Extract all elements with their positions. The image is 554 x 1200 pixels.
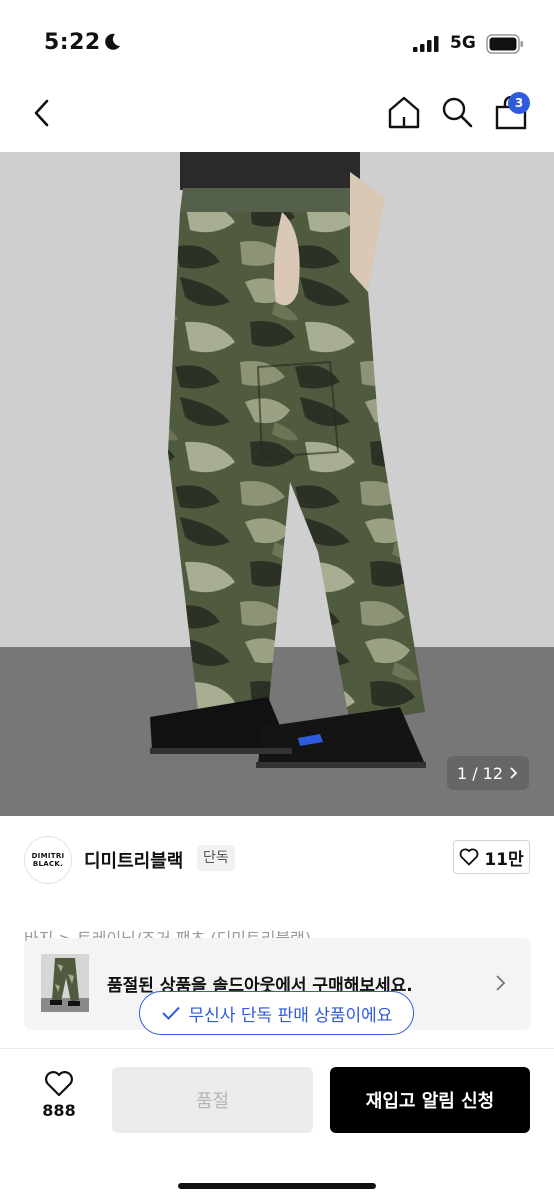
restock-alert-button[interactable]: 재입고 알림 신청 xyxy=(330,1067,530,1133)
brand-row: DIMITRI BLACK. 디미트리블랙 단독 11만 xyxy=(0,816,554,902)
top-nav-bar: 3 xyxy=(0,86,554,152)
image-counter-label: 1 / 12 xyxy=(456,763,504,783)
brand-like-count: 11만 xyxy=(484,849,524,870)
wishlist-count: 888 xyxy=(42,1101,76,1120)
check-icon xyxy=(161,1006,180,1020)
signal-icon xyxy=(413,36,439,52)
heart-outline-icon xyxy=(459,848,479,866)
status-bar: 5:22 5G xyxy=(0,0,554,86)
battery-icon xyxy=(486,34,523,54)
soldout-product-thumbnail xyxy=(41,954,89,1012)
home-icon[interactable] xyxy=(386,94,422,130)
bottom-action-bar: 888 품절 재입고 알림 신청 xyxy=(0,1048,554,1200)
exclusive-sale-text: 무신사 단독 판매 상품이에요 xyxy=(188,1005,393,1026)
exclusive-tag: 단독 xyxy=(197,845,235,871)
image-counter[interactable]: 1 / 12 xyxy=(447,756,529,790)
heart-outline-icon xyxy=(45,1071,73,1097)
cart-count-badge: 3 xyxy=(508,92,530,114)
product-image-gallery[interactable] xyxy=(0,152,554,816)
product-photo xyxy=(0,152,554,816)
brand-like-button[interactable]: 11만 xyxy=(453,840,530,874)
network-label: 5G xyxy=(450,33,476,53)
exclusive-sale-notice: 무신사 단독 판매 상품이에요 xyxy=(139,991,414,1035)
brand-logo[interactable]: DIMITRI BLACK. xyxy=(24,836,72,884)
back-chevron-icon[interactable] xyxy=(28,96,56,130)
home-indicator[interactable] xyxy=(178,1183,376,1189)
wishlist-button[interactable]: 888 xyxy=(30,1071,88,1131)
brand-logo-line1: DIMITRI xyxy=(31,852,65,860)
status-time: 5:22 xyxy=(44,30,101,55)
search-icon[interactable] xyxy=(440,94,474,130)
soldout-button: 품절 xyxy=(112,1067,313,1133)
brand-name-link[interactable]: 디미트리블랙 xyxy=(84,847,183,873)
chevron-right-icon xyxy=(496,975,506,991)
moon-icon xyxy=(105,33,120,50)
chevron-right-icon xyxy=(510,767,518,779)
brand-logo-line2: BLACK. xyxy=(32,860,64,868)
